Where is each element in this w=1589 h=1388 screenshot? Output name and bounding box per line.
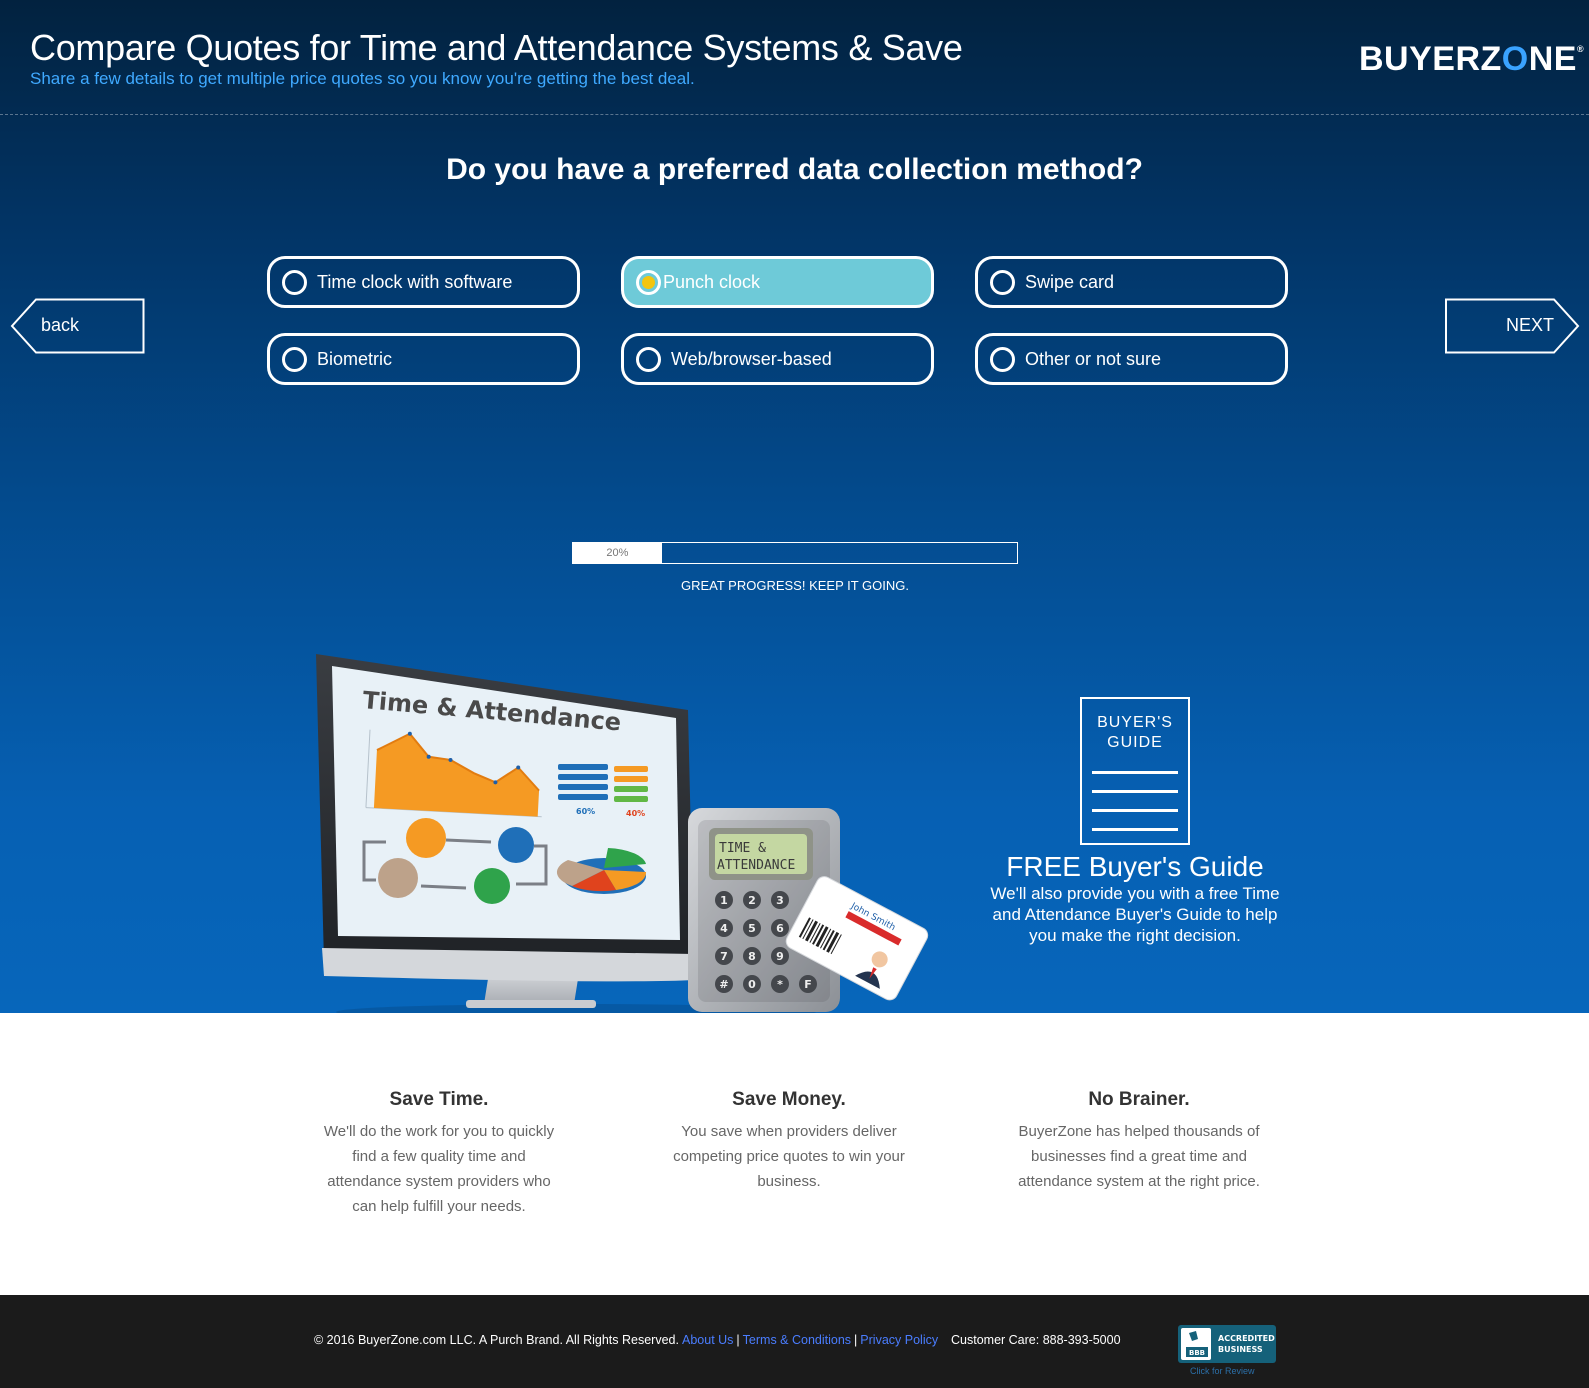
about-us-link[interactable]: About Us xyxy=(682,1333,733,1347)
radio-button[interactable] xyxy=(990,269,1015,295)
radio-button[interactable] xyxy=(282,269,307,295)
back-button[interactable]: back xyxy=(10,298,146,354)
keypad-display-line1: TIME & xyxy=(719,841,766,856)
option-label: Punch clock xyxy=(663,271,761,292)
keypad-key: # xyxy=(719,978,728,991)
keypad-key: 0 xyxy=(748,978,756,991)
keypad-key: 9 xyxy=(776,950,784,963)
keypad-key: * xyxy=(777,978,783,991)
feature-no-brainer: No Brainer. BuyerZone has helped thousan… xyxy=(1014,1089,1264,1194)
svg-text:BBB: BBB xyxy=(1189,1349,1205,1357)
next-button[interactable]: NEXT xyxy=(1444,298,1580,354)
doc-line xyxy=(1092,790,1178,793)
buyerzone-logo[interactable]: BUYERZONE® xyxy=(1359,40,1584,79)
bbb-caption[interactable]: Click for Review xyxy=(1190,1366,1255,1376)
keypad-key: 1 xyxy=(720,894,728,907)
feature-save-money: Save Money. You save when providers deli… xyxy=(664,1089,914,1194)
option-label: Swipe card xyxy=(1025,271,1115,292)
copyright: © 2016 BuyerZone.com LLC. A Purch Brand.… xyxy=(314,1333,679,1347)
doc-line xyxy=(1092,809,1178,812)
option-label: Other or not sure xyxy=(1025,348,1162,369)
back-label: back xyxy=(41,315,80,335)
option-biometric[interactable]: Biometric xyxy=(267,333,580,385)
page-subtitle: Share a few details to get multiple pric… xyxy=(30,69,695,88)
radio-button[interactable] xyxy=(636,346,661,372)
doc-line xyxy=(1092,771,1178,774)
bbb-line2: BUSINESS xyxy=(1218,1345,1263,1354)
doc-line xyxy=(1092,828,1178,831)
bbb-accredited-badge[interactable]: BBB ACCREDITED BUSINESS xyxy=(1178,1325,1276,1363)
radio-button[interactable] xyxy=(282,346,307,372)
bbb-line1: ACCREDITED xyxy=(1218,1334,1275,1343)
keypad-key: 3 xyxy=(776,894,784,907)
page-title: Compare Quotes for Time and Attendance S… xyxy=(30,27,963,68)
page-footer: © 2016 BuyerZone.com LLC. A Purch Brand.… xyxy=(0,1295,1589,1388)
stat-left: 60% xyxy=(576,807,595,816)
guide-doc-label-line1: BUYER'S xyxy=(1097,714,1173,731)
option-time-clock-with-software[interactable]: Time clock with software xyxy=(267,256,580,308)
option-web-browser-based[interactable]: Web/browser-based xyxy=(621,333,934,385)
link-separator: | xyxy=(736,1333,740,1347)
option-other-or-not-sure[interactable]: Other or not sure xyxy=(975,333,1288,385)
option-swipe-card[interactable]: Swipe card xyxy=(975,256,1288,308)
radio-button-selected[interactable] xyxy=(636,269,661,295)
page-header: Compare Quotes for Time and Attendance S… xyxy=(0,0,1589,115)
progress-bar: 20% xyxy=(572,542,1018,564)
hero-section: Compare Quotes for Time and Attendance S… xyxy=(0,0,1589,1013)
feature-save-time: Save Time. We'll do the work for you to … xyxy=(314,1089,564,1219)
feature-title: Save Money. xyxy=(732,1089,846,1110)
radio-button[interactable] xyxy=(990,346,1015,372)
keypad-key: 6 xyxy=(776,922,784,935)
question-text: Do you have a preferred data collection … xyxy=(446,153,1143,186)
feature-title: No Brainer. xyxy=(1088,1089,1190,1110)
keypad-key: F xyxy=(804,978,812,991)
keypad-key: 5 xyxy=(748,922,756,935)
feature-text: BuyerZone has helped thousands of busine… xyxy=(1018,1123,1260,1190)
feature-title: Save Time. xyxy=(389,1089,489,1110)
progress-message: GREAT PROGRESS! KEEP IT GOING. xyxy=(680,578,910,593)
keypad-key: 8 xyxy=(748,950,756,963)
guide-text: We'll also provide you with a free Time … xyxy=(990,884,1280,945)
footer-links: About Us | Terms & Conditions | Privacy Poli… xyxy=(682,1333,938,1347)
keypad-display-line2: ATTENDANCE xyxy=(717,858,795,873)
time-attendance-illustration: Time & Attendance 60% 40% TIME & ATTENDA… xyxy=(316,654,929,1013)
guide-title: FREE Buyer's Guide xyxy=(1006,851,1264,882)
buyers-guide-document-icon: BUYER'S GUIDE xyxy=(1080,697,1190,845)
keypad-key: 2 xyxy=(748,894,756,907)
progress-percent: 20% xyxy=(606,547,629,559)
customer-care: Customer Care: 888-393-5000 xyxy=(951,1333,1121,1347)
keypad-key: 7 xyxy=(720,950,728,963)
option-label: Web/browser-based xyxy=(671,348,832,369)
stat-right: 40% xyxy=(626,809,645,818)
keypad-key: 4 xyxy=(720,922,728,935)
link-separator: | xyxy=(854,1333,858,1347)
buyers-guide-promo: BUYER'S GUIDE FREE Buyer's Guide We'll a… xyxy=(980,697,1290,946)
option-punch-clock[interactable]: Punch clock xyxy=(621,256,934,308)
feature-text: We'll do the work for you to quickly fin… xyxy=(323,1123,555,1215)
option-label: Time clock with software xyxy=(317,271,513,292)
progress-fill: 20% xyxy=(573,543,662,563)
option-label: Biometric xyxy=(317,348,393,369)
guide-doc-label-line2: GUIDE xyxy=(1107,734,1163,751)
privacy-policy-link[interactable]: Privacy Policy xyxy=(860,1333,938,1347)
bbb-seal-icon: BBB ACCREDITED BUSINESS xyxy=(1181,1328,1275,1360)
feature-text: You save when providers deliver competin… xyxy=(673,1123,905,1190)
next-label: NEXT xyxy=(1506,315,1555,335)
features-section: Save Time. We'll do the work for you to … xyxy=(0,1013,1589,1295)
terms-link[interactable]: Terms & Conditions xyxy=(743,1333,851,1347)
